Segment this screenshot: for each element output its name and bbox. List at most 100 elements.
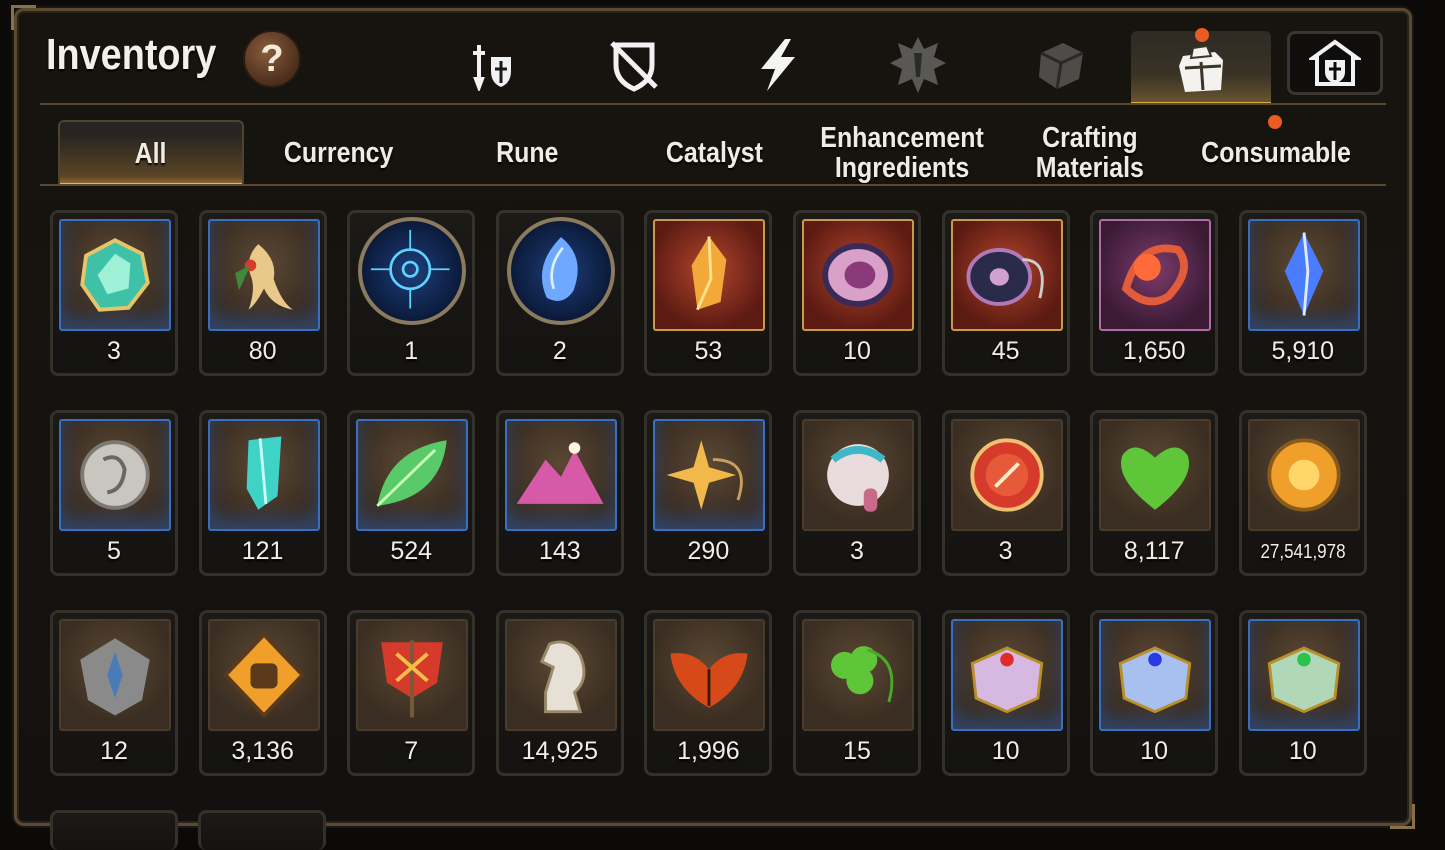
item-slot[interactable]: 2 [495,210,624,376]
tab-rune[interactable]: Rune [440,120,614,186]
clover-pendant-icon [802,619,914,731]
item-slot-partial[interactable] [198,810,326,850]
item-slot-partial[interactable] [50,810,178,850]
tab-enhancement-ingredients[interactable]: Enhancement Ingredients [810,120,994,186]
item-count: 1,650 [1122,337,1186,365]
item-slot[interactable]: 5 [50,410,178,576]
pink-mountain-icon [504,419,617,531]
item-slot[interactable]: 10 [1238,610,1367,776]
item-count: 80 [248,337,277,365]
item-slot[interactable]: 8,117 [1090,410,1219,576]
tab-crafting-materials[interactable]: Crafting Materials [1002,120,1178,186]
item-count: 10 [991,737,1020,765]
item-slot[interactable]: 45 [941,210,1070,376]
cyan-crystal-icon [207,419,320,531]
item-slot[interactable]: 5,910 [1238,210,1367,376]
item-slot[interactable]: 3 [793,410,921,576]
silver-knight-icon [504,619,617,731]
item-count: 10 [843,337,871,365]
fist-badge-icon [207,619,320,731]
green-chest-icon [1247,619,1360,731]
item-slot[interactable]: 27,541,978 [1238,410,1367,576]
item-count: 3,136 [231,737,294,765]
item-slot[interactable]: 3 [50,210,178,376]
item-slot[interactable]: 15 [793,610,921,776]
help-button[interactable]: ? [243,30,301,88]
item-slot[interactable]: 53 [644,210,773,376]
item-count: 524 [390,537,433,565]
item-count: 1 [404,337,419,365]
golden-crystal-icon [653,219,766,331]
star-pendant-icon [653,419,766,531]
item-slot[interactable]: 121 [198,410,327,576]
item-count: 12 [100,737,128,765]
item-count: 45 [991,337,1020,365]
header-divider [40,103,1386,105]
artifact-icon[interactable] [887,34,949,96]
item-count: 5 [107,537,121,565]
tab-currency[interactable]: Currency [250,120,428,186]
item-slot[interactable]: 80 [198,210,327,376]
item-slot[interactable]: 10 [793,210,921,376]
item-slot[interactable]: 3,136 [198,610,327,776]
item-count: 290 [687,537,730,565]
blue-chest-icon [1099,619,1212,731]
item-count: 10 [1288,737,1317,765]
item-slot[interactable]: 1 [347,210,476,376]
pink-capsule-icon [802,419,914,531]
red-flower-ring-icon [1099,219,1212,331]
item-count: 7 [404,737,419,765]
item-count: 27,541,978 [1260,541,1346,563]
purple-chest-icon [950,619,1063,731]
item-slot[interactable]: 290 [644,410,773,576]
item-count: 15 [843,737,871,765]
item-count: 10 [1140,737,1169,765]
green-heart-icon [1099,419,1212,531]
item-count: 5,910 [1271,337,1335,365]
item-slot[interactable]: 1,996 [644,610,773,776]
item-slot[interactable]: 7 [347,610,476,776]
attack-gear-icon[interactable] [460,34,522,96]
item-slot[interactable]: 10 [941,610,1070,776]
guild-shield-icon[interactable] [1287,31,1383,95]
pink-disc-icon [802,219,914,331]
ginseng-root-icon [207,219,320,331]
tab-divider [40,184,1386,186]
item-slot[interactable]: 12 [50,610,178,776]
stone-compass-icon [59,619,171,731]
item-slot[interactable]: 1,650 [1090,210,1219,376]
item-count: 2 [552,337,567,365]
item-slot[interactable]: 3 [941,410,1070,576]
red-seal-icon [950,419,1063,531]
defense-gear-icon[interactable] [603,34,665,96]
item-count: 53 [694,337,723,365]
item-slot[interactable]: 524 [347,410,476,576]
tab-catalyst[interactable]: Catalyst [626,120,802,186]
silver-coin-icon [59,419,171,531]
inventory-bag-icon[interactable] [1131,31,1271,105]
skill-lightning-icon[interactable] [747,34,809,96]
tab-consumable[interactable]: Consumable [1184,120,1368,186]
item-count: 121 [241,537,284,565]
red-maple-leaf-icon [653,619,766,731]
item-slot[interactable]: 10 [1090,610,1219,776]
consumable-notification-dot [1268,115,1282,129]
inventory-notification-dot [1195,28,1209,42]
page-title: Inventory [46,30,217,79]
item-slot[interactable]: 14,925 [495,610,624,776]
material-cube-icon[interactable] [1030,34,1092,96]
item-count: 3 [998,537,1013,565]
item-count: 143 [538,537,581,565]
blue-crystal-icon [1247,219,1360,331]
gold-sun-coin-icon [1247,419,1360,531]
teal-gem-icon [59,219,171,331]
tab-all[interactable]: All [58,120,244,186]
item-count: 1,996 [677,737,740,765]
blue-rune-orb-icon [358,217,467,325]
item-count: 8,117 [1123,537,1185,565]
crystal-orb-icon [506,217,615,325]
item-count: 3 [850,537,864,565]
dark-yoyo-icon [950,219,1063,331]
item-slot[interactable]: 143 [495,410,624,576]
green-leaf-icon [356,419,469,531]
